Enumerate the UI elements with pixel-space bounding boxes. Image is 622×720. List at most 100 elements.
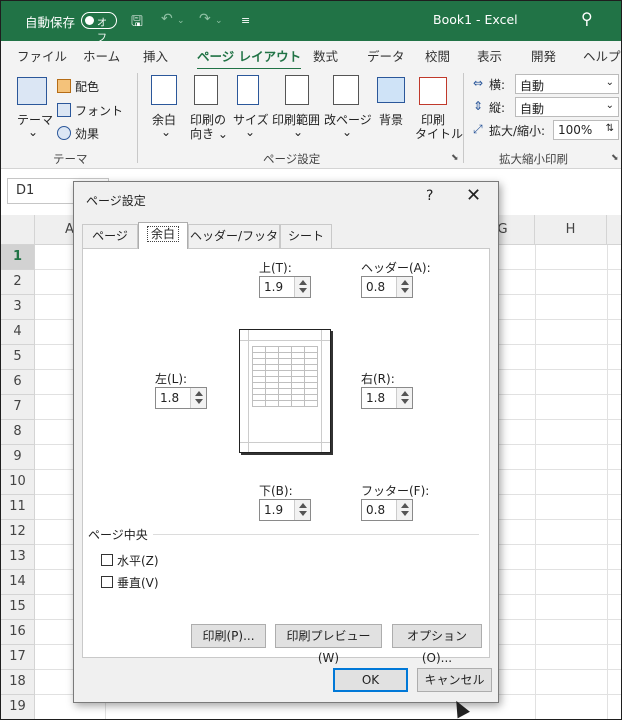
- top-margin-spinner[interactable]: 1.9: [259, 276, 311, 298]
- options-button[interactable]: オプション(O)...: [392, 624, 482, 665]
- tab-sheet[interactable]: シート: [280, 224, 332, 248]
- tab-formulas[interactable]: 数式: [313, 46, 338, 65]
- effects-button[interactable]: 効果: [75, 125, 99, 142]
- spin-buttons[interactable]: [294, 500, 310, 520]
- spin-buttons[interactable]: [396, 277, 412, 297]
- close-icon[interactable]: ✕: [466, 185, 481, 206]
- tab-developer[interactable]: 開発: [531, 46, 556, 65]
- colors-button[interactable]: 配色: [75, 78, 99, 95]
- row-header[interactable]: 18: [1, 670, 35, 695]
- spin-up-icon: [401, 503, 409, 508]
- horizontal-label[interactable]: 水平(Z): [117, 552, 159, 569]
- row-header[interactable]: 9: [1, 445, 35, 470]
- row-header[interactable]: 3: [1, 295, 35, 320]
- row-header[interactable]: 6: [1, 370, 35, 395]
- row-header[interactable]: 5: [1, 345, 35, 370]
- scale-group-label: 拡大縮小印刷: [499, 152, 568, 166]
- ok-button[interactable]: OK: [333, 668, 408, 692]
- gridline: [607, 245, 608, 719]
- search-icon[interactable]: ⚲: [581, 9, 593, 28]
- spin-buttons[interactable]: [190, 388, 206, 408]
- undo-icon[interactable]: ↶: [161, 11, 173, 27]
- tab-file[interactable]: ファイル: [17, 46, 67, 65]
- row-header[interactable]: 14: [1, 570, 35, 595]
- right-margin-value: 1.8: [366, 391, 386, 405]
- autosave-toggle[interactable]: オフ: [81, 12, 117, 44]
- row-header[interactable]: 2: [1, 270, 35, 295]
- column-header-i[interactable]: [607, 215, 621, 245]
- help-button[interactable]: ?: [426, 188, 433, 204]
- fonts-icon: [57, 103, 71, 117]
- vertical-label[interactable]: 垂直(V): [117, 574, 159, 591]
- tab-page[interactable]: ページ: [82, 224, 138, 248]
- preview-table-row: [252, 394, 318, 395]
- print-preview-button[interactable]: 印刷プレビュー(W): [275, 624, 382, 665]
- row-header[interactable]: 17: [1, 645, 35, 670]
- tab-data[interactable]: データ: [367, 46, 405, 65]
- fonts-button[interactable]: フォント: [75, 102, 123, 119]
- preview-table-col: [304, 346, 305, 406]
- bottom-margin-spinner[interactable]: 1.9: [259, 499, 311, 521]
- tab-sheet-label: シート: [287, 229, 324, 243]
- redo-dropdown-icon[interactable]: ⌄: [215, 16, 223, 26]
- header-margin-spinner[interactable]: 0.8: [361, 276, 413, 298]
- scale-launcher-icon[interactable]: ⬊: [611, 153, 619, 163]
- scale-icon: ⤢: [473, 122, 483, 136]
- row-header[interactable]: 11: [1, 495, 35, 520]
- redo-icon[interactable]: ↷: [199, 11, 211, 27]
- row-header[interactable]: 1: [1, 245, 35, 270]
- print-titles-icon: [419, 77, 447, 105]
- row-header[interactable]: 12: [1, 520, 35, 545]
- row-header[interactable]: 10: [1, 470, 35, 495]
- page-setup-launcher-icon[interactable]: ⬊: [451, 153, 459, 163]
- ribbon-tabs: ファイル ホーム 挿入 ページ レイアウト 数式 データ 校閲 表示 開発 ヘル…: [1, 41, 621, 70]
- column-header-h[interactable]: H: [535, 215, 607, 245]
- tab-header-footer[interactable]: ヘッダー/フッター: [188, 224, 280, 265]
- tab-margins[interactable]: 余白: [138, 222, 188, 249]
- orientation-caret: 向き ⌄: [190, 127, 228, 141]
- row-header[interactable]: 16: [1, 620, 35, 645]
- themes-icon: [17, 77, 47, 105]
- row-header[interactable]: 8: [1, 420, 35, 445]
- left-margin-spinner[interactable]: 1.8: [155, 387, 207, 409]
- spin-down-icon: [401, 511, 409, 516]
- customize-qat-icon[interactable]: ≡: [241, 14, 250, 27]
- tab-insert[interactable]: 挿入: [143, 46, 168, 65]
- row-header[interactable]: 13: [1, 545, 35, 570]
- row-header[interactable]: 7: [1, 395, 35, 420]
- height-select[interactable]: 自動 ⌄: [515, 97, 619, 117]
- footer-margin-spinner[interactable]: 0.8: [361, 499, 413, 521]
- background-button[interactable]: 背景: [379, 111, 403, 128]
- width-value: 自動: [520, 79, 545, 93]
- tab-help[interactable]: ヘルプ: [583, 46, 621, 65]
- print-button[interactable]: 印刷(P)...: [191, 624, 266, 648]
- row-header[interactable]: 19: [1, 695, 35, 719]
- spin-buttons[interactable]: [396, 500, 412, 520]
- title-bar: 自動保存 オフ 🖫 ↶ ⌄ ↷ ⌄ ≡ Book1 - Excel ⚲: [1, 1, 621, 44]
- scale-label: 拡大/縮小:: [489, 124, 546, 138]
- row-header[interactable]: 15: [1, 595, 35, 620]
- width-select[interactable]: 自動 ⌄: [515, 74, 619, 94]
- tab-page-layout[interactable]: ページ レイアウト: [197, 46, 302, 70]
- bottom-margin-label: 下(B):: [259, 484, 293, 498]
- autosave-label: 自動保存: [25, 15, 76, 30]
- right-margin-label: 右(R):: [361, 372, 395, 386]
- select-all-corner[interactable]: [1, 215, 35, 245]
- footer-margin-value: 0.8: [366, 503, 386, 517]
- print-area-caret: ⌄: [293, 125, 304, 139]
- scale-spinner[interactable]: 100% ⇅: [553, 120, 619, 140]
- margins-icon: [151, 75, 177, 105]
- vertical-checkbox[interactable]: [101, 576, 113, 588]
- tab-home[interactable]: ホーム: [83, 46, 120, 65]
- row-header[interactable]: 4: [1, 320, 35, 345]
- tab-review[interactable]: 校閲: [425, 46, 450, 65]
- save-icon[interactable]: 🖫: [131, 11, 143, 35]
- horizontal-checkbox[interactable]: [101, 554, 113, 566]
- right-margin-spinner[interactable]: 1.8: [361, 387, 413, 409]
- spin-buttons[interactable]: [396, 388, 412, 408]
- tab-view[interactable]: 表示: [477, 46, 502, 65]
- cancel-button[interactable]: キャンセル: [417, 668, 492, 692]
- spin-buttons[interactable]: [294, 277, 310, 297]
- undo-dropdown-icon[interactable]: ⌄: [177, 16, 185, 26]
- dialog-title: ページ設定: [86, 194, 146, 208]
